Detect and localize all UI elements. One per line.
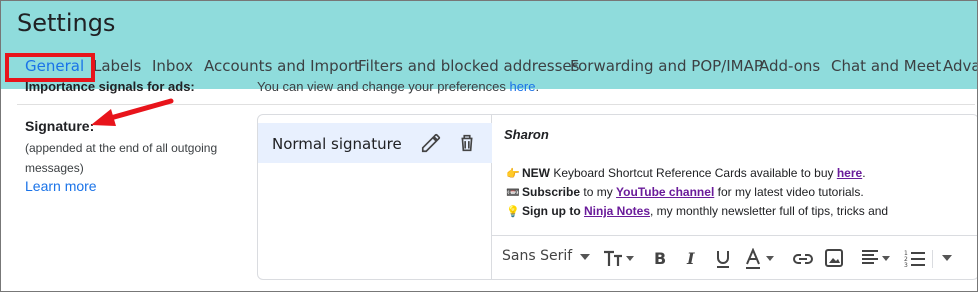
more-options-chevron-icon[interactable]	[942, 255, 952, 261]
learn-more-link[interactable]: Learn more	[25, 178, 97, 194]
image-icon[interactable]	[824, 248, 844, 268]
font-family-select[interactable]: Sans Serif	[502, 248, 572, 264]
svg-text:I: I	[686, 249, 695, 268]
numbered-list-icon[interactable]: 123	[904, 248, 926, 268]
italic-icon[interactable]: I	[682, 248, 702, 268]
signature-line-1: 👉 NEW Keyboard Shortcut Reference Cards a…	[506, 166, 866, 180]
signature-line-2: 📼 Subscribe to my YouTube channel for my …	[506, 185, 864, 199]
importance-here-link[interactable]: here	[509, 79, 535, 94]
importance-desc-text: You can view and change your preferences	[257, 79, 510, 94]
font-family-value: Sans Serif	[502, 248, 573, 264]
toolbar-divider	[932, 250, 933, 268]
tab-add-ons[interactable]: Add-ons	[759, 57, 820, 75]
importance-desc-suffix: .	[535, 79, 540, 94]
signature-line-3-suffix: , my monthly newsletter full of tips, tr…	[650, 204, 889, 218]
tab-labels[interactable]: Labels	[93, 57, 141, 75]
chevron-down-icon[interactable]	[580, 254, 590, 260]
importance-signals-label: Importance signals for ads:	[25, 79, 195, 94]
link-icon[interactable]	[792, 249, 814, 269]
tab-advanced[interactable]: Adva	[943, 57, 977, 75]
formatting-toolbar: Sans Serif B I 1 2 3	[492, 235, 977, 279]
text-size-icon[interactable]	[602, 247, 636, 269]
signature-line-2-bold: Subscribe	[522, 185, 581, 199]
signature-panel: Normal signature Sharon 👉 NEW Keyboard Sh…	[257, 114, 977, 280]
align-icon[interactable]	[860, 248, 892, 268]
lightbulb-icon: 💡	[506, 206, 520, 218]
signature-here-link[interactable]: here	[837, 166, 862, 180]
tab-filters-and-blocked-addresses[interactable]: Filters and blocked addresses	[358, 57, 579, 75]
ninja-notes-link[interactable]: Ninja Notes	[584, 204, 650, 218]
signature-line-2-text: to my	[580, 185, 617, 199]
signature-line-2-suffix: for my latest video tutorials.	[714, 185, 864, 199]
signature-description: (appended at the end of all outgoing mes…	[25, 141, 218, 175]
settings-tabs: General Labels Inbox Accounts and Import…	[1, 51, 977, 81]
signature-item-name: Normal signature	[272, 135, 402, 153]
trash-icon[interactable]	[456, 132, 478, 154]
text-color-icon[interactable]	[744, 248, 778, 270]
signature-label: Signature:	[25, 118, 95, 134]
signature-line-3: 💡 Sign up to Ninja Notes, my monthly news…	[506, 204, 888, 218]
tab-accounts-and-import[interactable]: Accounts and Import	[204, 57, 360, 75]
settings-window: Settings General Labels Inbox Accounts a…	[0, 0, 978, 292]
page-title: Settings	[17, 9, 116, 37]
tab-inbox[interactable]: Inbox	[152, 57, 193, 75]
signature-list: Normal signature	[258, 115, 492, 279]
general-tab-highlight-box	[5, 53, 95, 82]
signature-name-text: Sharon	[504, 127, 549, 142]
videocassette-icon: 📼	[506, 187, 520, 199]
svg-text:3: 3	[904, 262, 908, 268]
youtube-channel-link[interactable]: YouTube channel	[616, 185, 714, 199]
signature-list-item[interactable]: Normal signature	[258, 123, 492, 163]
tab-chat-and-meet[interactable]: Chat and Meet	[831, 57, 941, 75]
svg-text:B: B	[654, 249, 666, 268]
signature-line-1-bold: NEW	[522, 166, 550, 180]
red-arrow-annotation	[91, 98, 174, 126]
pointing-hand-icon: 👉	[506, 168, 520, 180]
signature-line-1-suffix: .	[862, 166, 866, 180]
bold-icon[interactable]: B	[650, 248, 670, 268]
tab-forwarding-and-pop-imap[interactable]: Forwarding and POP/IMAP	[570, 57, 763, 75]
signature-editor[interactable]: Sharon 👉 NEW Keyboard Shortcut Reference …	[492, 115, 977, 279]
signature-line-3-bold: Sign up to	[522, 204, 581, 218]
signature-line-1-text: Keyboard Shortcut Reference Cards availa…	[550, 166, 837, 180]
importance-signals-desc: You can view and change your preferences…	[257, 79, 539, 94]
underline-icon[interactable]	[713, 248, 733, 270]
settings-header: Settings General Labels Inbox Accounts a…	[1, 1, 977, 89]
pencil-icon[interactable]	[420, 132, 442, 154]
